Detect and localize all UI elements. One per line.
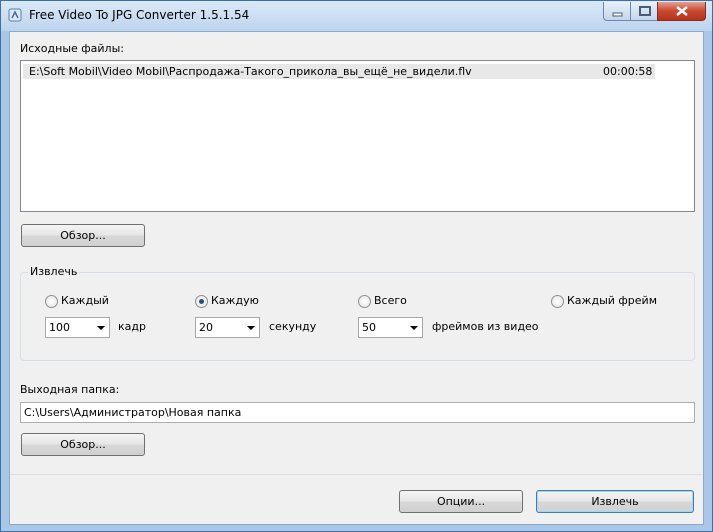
app-window: Free Video To JPG Converter 1.5.1.54 Исх… (0, 0, 713, 532)
total-frames-unit-label: фреймов из видео (432, 320, 539, 333)
window-title: Free Video To JPG Converter 1.5.1.54 (29, 8, 250, 22)
chevron-down-icon (410, 326, 418, 330)
radio-total-frames[interactable] (358, 295, 371, 308)
seconds-value: 20 (199, 321, 213, 334)
client-area: Исходные файлы: E:\Soft Mobil\Video Mobi… (9, 31, 704, 525)
close-icon (676, 6, 688, 16)
radio-every-frame-count[interactable] (45, 295, 58, 308)
browse-output-button[interactable]: Обзор... (21, 433, 145, 456)
chevron-down-icon (97, 326, 105, 330)
total-frames-value: 50 (362, 321, 376, 334)
extract-group-title: Извлечь (28, 265, 80, 278)
radio-every-second[interactable] (195, 295, 208, 308)
radio-total-frames-label: Всего (374, 294, 407, 307)
seconds-select[interactable]: 20 (195, 317, 260, 338)
output-folder-input[interactable]: C:\Users\Администратор\Новая папка (20, 402, 695, 423)
title-bar[interactable]: Free Video To JPG Converter 1.5.1.54 (1, 1, 712, 31)
minimize-icon (612, 12, 623, 17)
extract-button[interactable]: Извлечь (536, 490, 694, 513)
radio-every-frame-count-label: Каждый (61, 294, 109, 307)
seconds-unit-label: секунду (269, 320, 317, 333)
app-icon (8, 8, 22, 22)
radio-every-second-label: Каждую (211, 294, 259, 307)
output-folder-label: Выходная папка: (20, 383, 120, 396)
output-folder-value: C:\Users\Администратор\Новая папка (24, 406, 242, 419)
browse-source-button[interactable]: Обзор... (21, 224, 145, 247)
extract-group: Извлечь Каждый Каждую Всего Каждый фрейм… (20, 265, 695, 361)
radio-every-frame[interactable] (551, 295, 564, 308)
list-item[interactable]: E:\Soft Mobil\Video Mobil\Распродажа-Так… (23, 64, 655, 79)
source-files-label: Исходные файлы: (20, 42, 124, 55)
file-path: E:\Soft Mobil\Video Mobil\Распродажа-Так… (29, 65, 472, 78)
frame-count-value: 100 (49, 321, 70, 334)
frame-count-select[interactable]: 100 (45, 317, 110, 338)
close-button[interactable] (657, 2, 706, 21)
minimize-button[interactable] (603, 2, 631, 21)
radio-every-frame-label: Каждый фрейм (567, 294, 657, 307)
options-button[interactable]: Опции... (399, 490, 523, 513)
maximize-button[interactable] (630, 2, 658, 21)
footer-separator (10, 474, 703, 475)
source-files-list[interactable]: E:\Soft Mobil\Video Mobil\Распродажа-Так… (20, 60, 695, 212)
total-frames-select[interactable]: 50 (358, 317, 423, 338)
chevron-down-icon (247, 326, 255, 330)
file-duration: 00:00:58 (603, 65, 653, 78)
maximize-icon (639, 6, 651, 16)
frame-unit-label: кадр (118, 320, 146, 333)
